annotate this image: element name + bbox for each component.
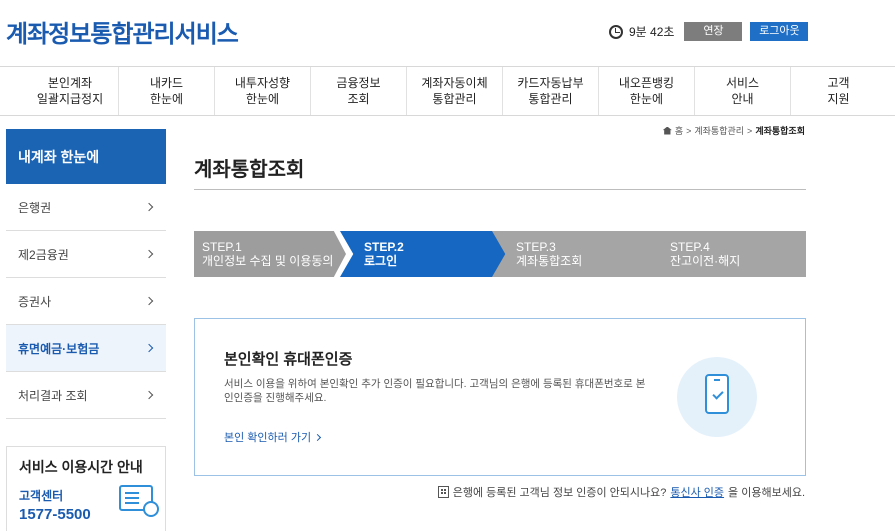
gnb-item-auto-transfer[interactable]: 계좌자동이체 통합관리 xyxy=(406,67,502,115)
notice-text-after: 을 이용해보세요. xyxy=(728,487,805,499)
step-3: STEP.3 계좌통합조회 xyxy=(492,231,658,277)
clock-icon xyxy=(609,24,623,39)
step-label: 개인정보 수집 및 이용동의 xyxy=(202,254,334,268)
sidebar-item-result-inquiry[interactable]: 처리결과 조회 xyxy=(6,372,166,419)
carrier-auth-notice: 은행에 등록된 고객님 정보 인증이 안되시나요? 통신사 인증 을 이용해보세요… xyxy=(437,484,805,500)
step-label: 로그인 xyxy=(364,254,398,268)
schedule-icon xyxy=(119,485,159,517)
chevron-right-icon xyxy=(144,249,154,259)
sidebar-item-dormant-deposit[interactable]: 휴면예금·보험금 xyxy=(6,325,166,372)
header: 계좌정보통합관리서비스 9분 42초 연장 로그아웃 xyxy=(0,0,895,66)
sidebar-item-label: 제2금융권 xyxy=(18,247,69,262)
step-number: STEP.4 xyxy=(670,240,710,254)
service-hours-box: 서비스 이용시간 안내 고객센터 1577-5500 xyxy=(6,446,166,531)
service-hours-title: 서비스 이용시간 안내 xyxy=(19,459,143,475)
home-icon[interactable] xyxy=(662,126,672,135)
global-nav: 본인계좌 일괄지급정지 내카드 한눈에 내투자성향 한눈에 금융정보 조회 계좌… xyxy=(0,66,895,116)
gnb-item-card-autopay[interactable]: 카드자동납부 통합관리 xyxy=(502,67,598,115)
gnb-item-support[interactable]: 고객 지원 xyxy=(790,67,886,115)
divider xyxy=(194,189,806,190)
auth-description: 서비스 이용을 위하여 본인확인 추가 인증이 필요합니다. 고객님의 은행에 … xyxy=(224,378,646,404)
auth-title: 본인확인 휴대폰인증 xyxy=(224,351,353,368)
chevron-right-icon xyxy=(144,296,154,306)
sidebar-item-label: 증권사 xyxy=(18,294,52,309)
chevron-right-icon xyxy=(314,433,322,441)
sidebar-item-secondary-finance[interactable]: 제2금융권 xyxy=(6,231,166,278)
carrier-auth-link[interactable]: 통신사 인증 xyxy=(670,484,724,500)
breadcrumb-current: 계좌통합조회 xyxy=(755,126,805,136)
gnb-item-investment[interactable]: 내투자성향 한눈에 xyxy=(214,67,310,115)
logout-button[interactable]: 로그아웃 xyxy=(750,22,809,41)
breadcrumb: 홈 > 계좌통합관리 > 계좌통합조회 xyxy=(662,124,805,137)
site-logo[interactable]: 계좌정보통합관리서비스 xyxy=(6,14,239,49)
step-1: STEP.1 개인정보 수집 및 이용동의 xyxy=(194,231,346,277)
step-number: STEP.2 xyxy=(364,240,404,254)
sidebar-item-label: 휴면예금·보험금 xyxy=(18,341,100,356)
step-4: STEP.4 잔고이전·해지 xyxy=(644,231,806,277)
mobile-check-icon xyxy=(705,374,729,414)
gnb-item-my-card[interactable]: 내카드 한눈에 xyxy=(118,67,214,115)
session-controls: 9분 42초 연장 로그아웃 xyxy=(609,22,809,41)
chevron-right-icon xyxy=(144,202,154,212)
side-nav: 내계좌 한눈에 은행권 제2금융권 증권사 휴면예금·보험금 처리결과 조회 xyxy=(6,129,166,419)
go-verify-link[interactable]: 본인 확인하러 가기 xyxy=(224,429,322,445)
step-progress: STEP.1 개인정보 수집 및 이용동의 STEP.2 로그인 STEP.3 … xyxy=(194,231,806,277)
chevron-right-icon xyxy=(144,390,154,400)
breadcrumb-home[interactable]: 홈 xyxy=(675,124,683,137)
phone-illustration xyxy=(677,357,757,437)
gnb-item-account-stop[interactable]: 본인계좌 일괄지급정지 xyxy=(22,67,118,115)
gnb-item-finance-info[interactable]: 금융정보 조회 xyxy=(310,67,406,115)
step-number: STEP.1 xyxy=(202,240,242,254)
sidebar-item-securities[interactable]: 증권사 xyxy=(6,278,166,325)
sidebar-item-bank[interactable]: 은행권 xyxy=(6,184,166,231)
chevron-right-icon xyxy=(144,343,154,353)
sidebar-item-label: 처리결과 조회 xyxy=(18,388,88,403)
step-label: 계좌통합조회 xyxy=(516,254,583,268)
breadcrumb-level1[interactable]: 계좌통합관리 xyxy=(694,124,744,137)
sidebar-item-label: 은행권 xyxy=(18,200,52,215)
page-title: 계좌통합조회 xyxy=(194,159,305,181)
go-verify-label: 본인 확인하러 가기 xyxy=(224,432,312,444)
session-timer: 9분 42초 xyxy=(629,25,675,39)
side-nav-title: 내계좌 한눈에 xyxy=(6,129,166,184)
gnb-item-open-banking[interactable]: 내오픈뱅킹 한눈에 xyxy=(598,67,694,115)
step-2: STEP.2 로그인 xyxy=(340,231,506,277)
notice-text: 은행에 등록된 고객님 정보 인증이 안되시나요? xyxy=(452,487,667,499)
step-number: STEP.3 xyxy=(516,240,556,254)
step-label: 잔고이전·해지 xyxy=(670,254,741,268)
extend-session-button[interactable]: 연장 xyxy=(684,22,743,41)
gnb-item-service-guide[interactable]: 서비스 안내 xyxy=(694,67,790,115)
phone-auth-box: 본인확인 휴대폰인증 서비스 이용을 위하여 본인확인 추가 인증이 필요합니다… xyxy=(194,318,806,476)
building-icon xyxy=(437,486,449,498)
